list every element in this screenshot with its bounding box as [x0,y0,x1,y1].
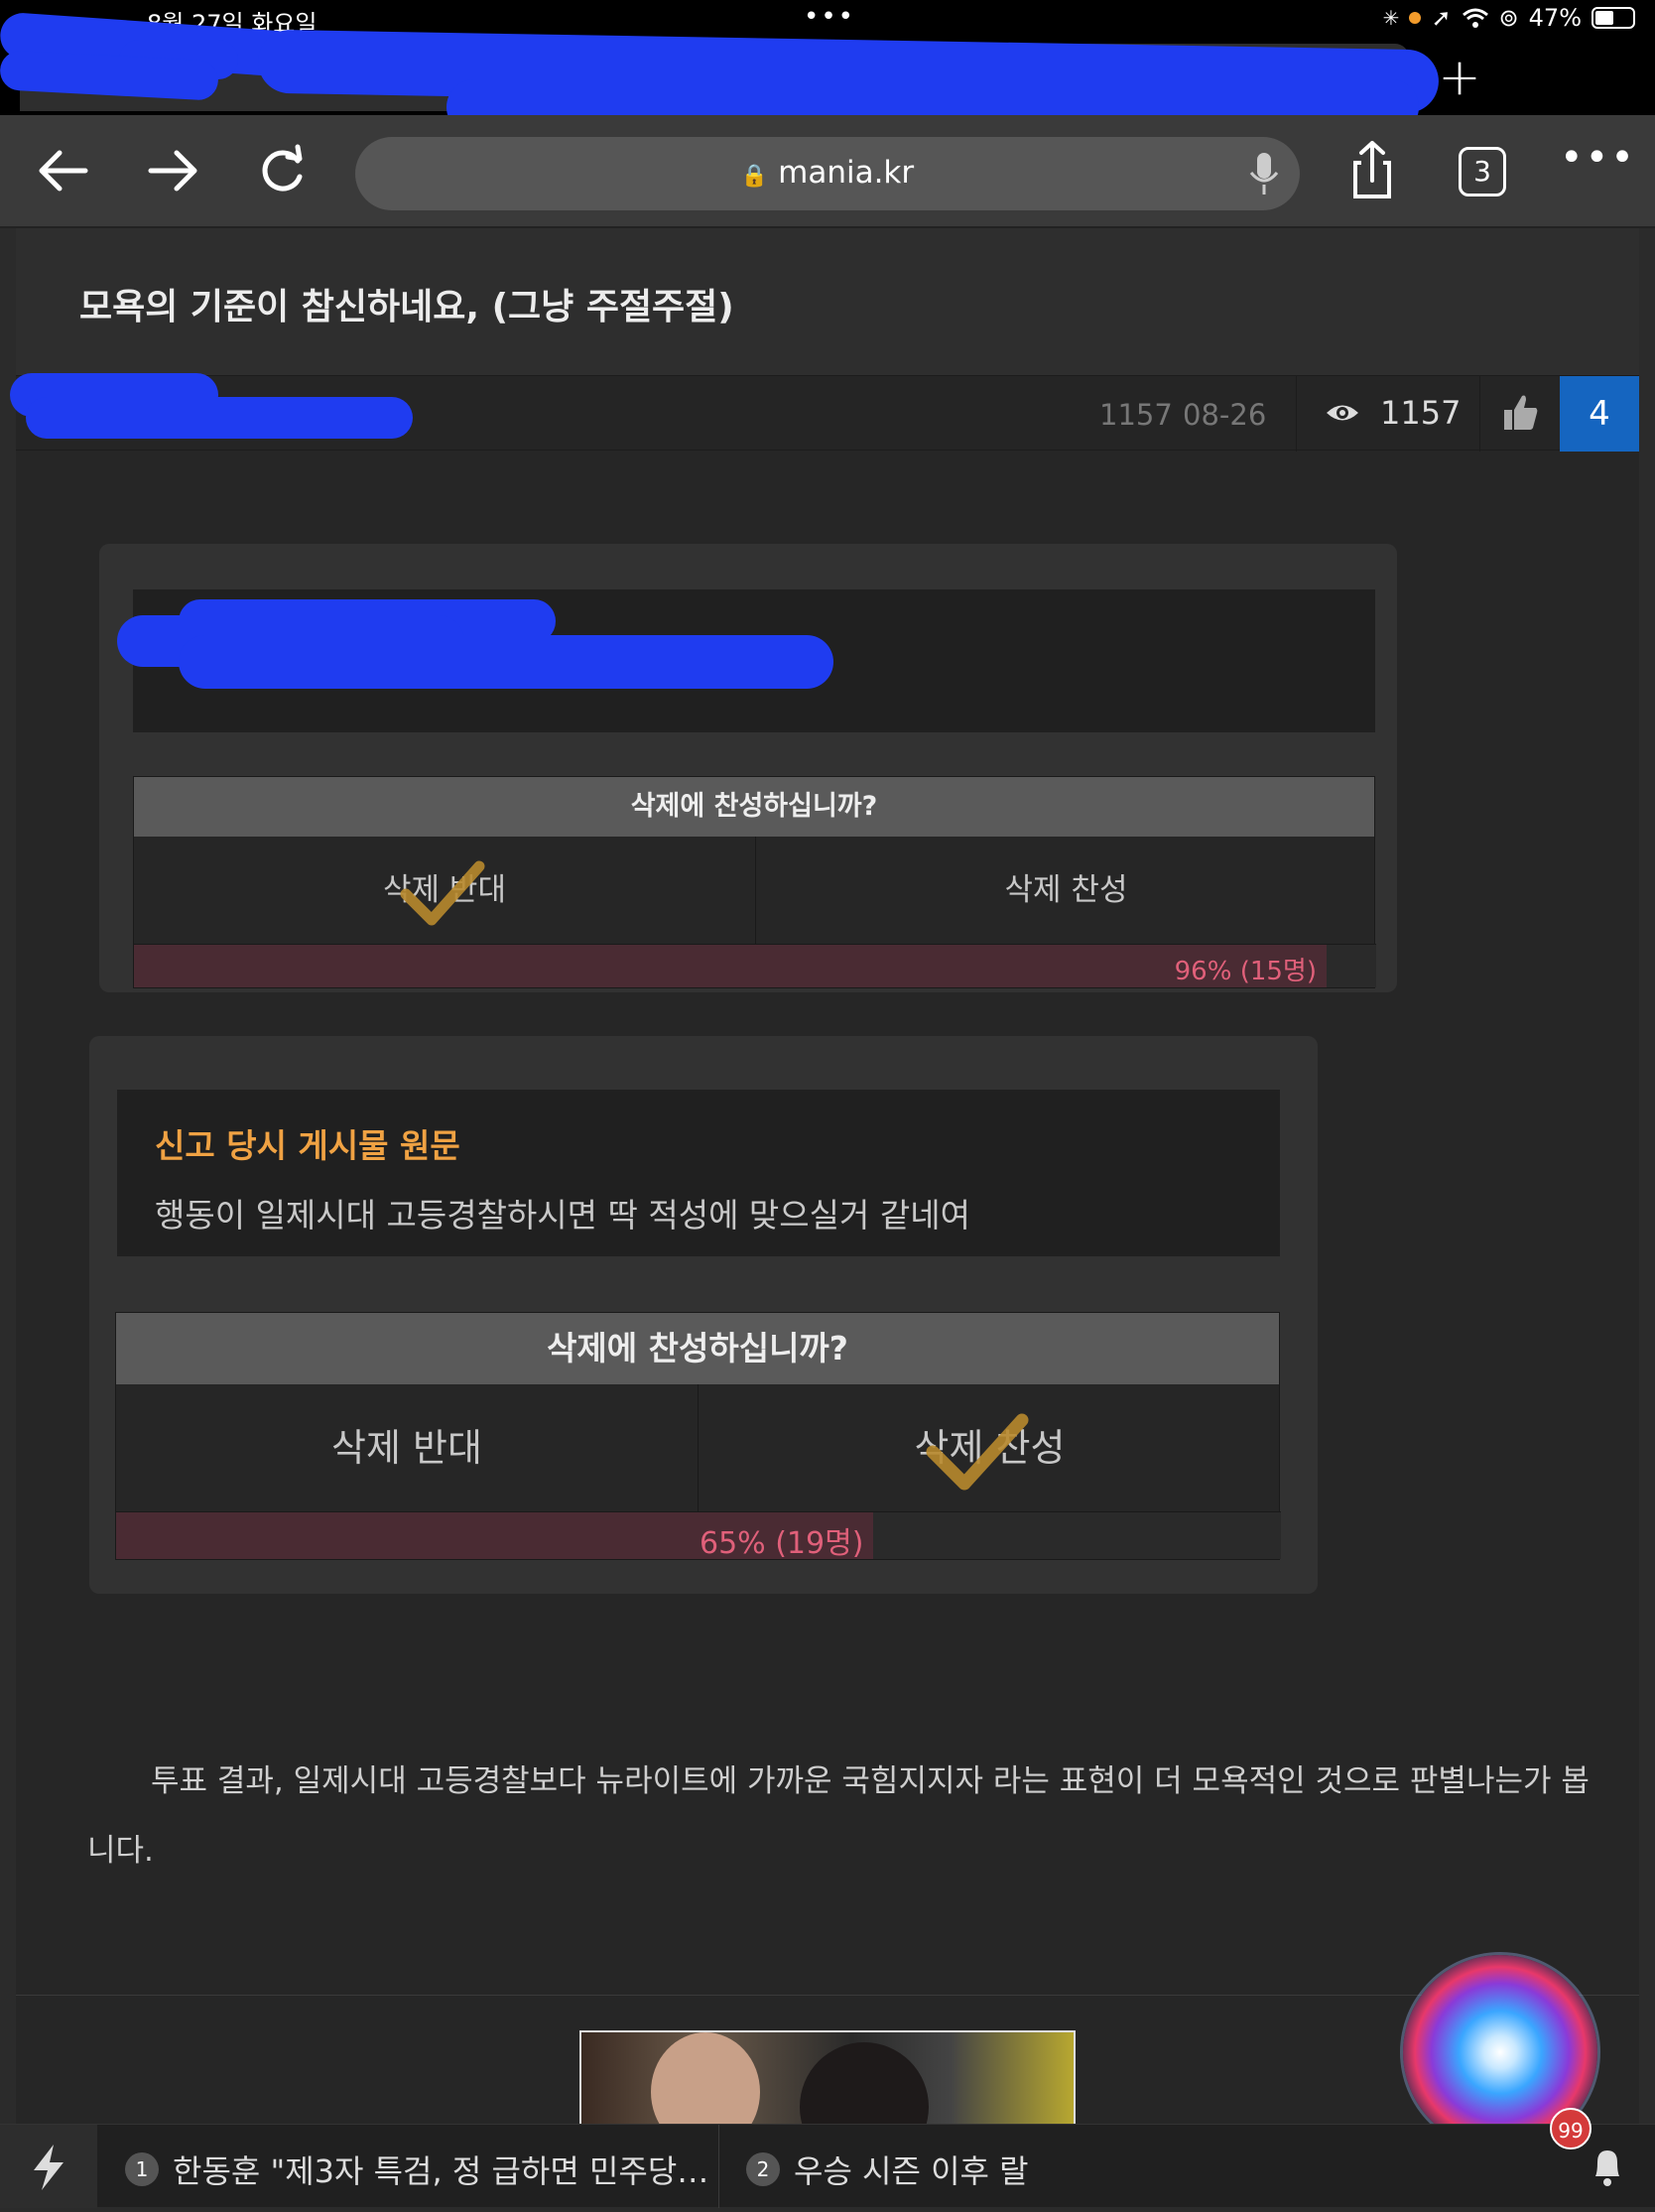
quote-heading: 신고 당시 게시물 원문 [155,1126,460,1165]
url-text: 🔒 mania.kr [355,155,1300,191]
vote-result-bar: 96% (15명) [134,944,1376,987]
vote-question: 삭제에 찬성하십니까? [116,1313,1279,1384]
post-number: 1157 [1099,398,1173,432]
vote-result-bar: 65% (19명) [116,1511,1281,1561]
forward-arrow-icon [148,150,197,192]
mic-indicator-icon [1409,12,1422,24]
check-mark-icon [400,860,485,926]
article-thumbnail[interactable] [579,2030,1076,2124]
vote-question: 삭제에 찬성하십니까? [134,777,1374,837]
views-count: 1157 [1380,394,1462,432]
tab-count-button[interactable]: 3 [1459,147,1506,196]
rotation-lock-icon: ⊚ [1498,4,1519,32]
news-ticker: 1 한동훈 "제3자 특검, 정 급하면 민주당… 2 우승 시즌 이후 랄 [0,2124,1655,2208]
vote-result-label: 65% (19명) [700,1526,864,1561]
redaction-scribble [179,635,833,689]
vote-for-label: 삭제 찬성 [1004,872,1128,908]
new-tab-button[interactable]: + [1435,48,1484,107]
lightning-icon [34,2145,64,2190]
vote-panel-1: 삭제에 찬성하십니까? 삭제 반대 삭제 찬성 96% (15명) [99,544,1397,992]
redaction-scribble [26,397,413,439]
ticker-separator [718,2125,719,2208]
ticker-bolt-cell [0,2125,97,2208]
back-button[interactable] [30,139,99,202]
vote-result-label: 96% (15명) [1174,957,1317,986]
vote-against-label: 삭제 반대 [331,1426,482,1470]
vote-against-button[interactable]: 삭제 반대 [116,1384,698,1511]
more-icon[interactable]: ••• [1560,135,1636,181]
thumbnail-face [800,2042,929,2124]
thumbnail-face [651,2032,760,2124]
multitasking-dots[interactable]: ••• [804,2,855,32]
battery-icon [1591,7,1635,29]
microphone-icon[interactable] [1246,151,1282,196]
title-area: 모욕의 기준이 참신하네요, (그냥 주절주절) [16,228,1639,375]
ticker-item-1[interactable]: 1 한동훈 "제3자 특검, 정 급하면 민주당… [125,2147,708,2192]
eye-icon [1327,405,1358,421]
loading-icon: ✳ [1382,6,1400,30]
vote-result-fill [134,945,1327,987]
share-icon [1353,141,1391,198]
share-button[interactable] [1337,139,1407,202]
wifi-icon [1462,8,1488,28]
quote-box-2: 신고 당시 게시물 원문 행동이 일제시대 고등경찰하시면 딱 적성에 맞으실거… [117,1090,1280,1256]
content-divider [16,1995,1639,1996]
vote-table-1: 삭제에 찬성하십니까? 삭제 반대 삭제 찬성 96% (15명) [133,776,1376,988]
reload-icon [262,144,303,192]
ticker-headline: 우승 시즌 이후 랄 [794,2152,1029,2190]
notification-badge: 99 [1550,2108,1591,2149]
page-content: 모욕의 기준이 참신하네요, (그냥 주절주절) 1157 08-26 1157… [10,228,1639,2124]
address-bar[interactable]: 🔒 mania.kr [355,137,1300,210]
ticker-headline: 한동훈 "제3자 특검, 정 급하면 민주당… [173,2152,709,2190]
quote-text: 행동이 일제시대 고등경찰하시면 딱 적성에 맞으실거 같네여 [155,1196,970,1235]
post-date: 08-26 [1183,398,1267,432]
vote-against-button[interactable]: 삭제 반대 [134,837,755,944]
url: mania.kr [778,155,915,191]
lock-icon: 🔒 [740,164,769,189]
vote-for-button[interactable]: 삭제 찬성 [756,837,1376,944]
summary-text: 투표 결과, 일제시대 고등경찰보다 뉴라이트에 가까운 국힘지지자 라는 표현… [87,1763,1590,1869]
check-mark-icon [926,1413,1029,1491]
like-count: 4 [1560,376,1639,452]
bell-icon[interactable] [1588,2145,1627,2188]
location-icon: ➚ [1431,4,1452,32]
reload-button[interactable] [248,139,318,202]
battery-percent: 47% [1528,4,1582,32]
status-icons: ✳ ➚ ⊚ 47% [1383,4,1635,32]
vote-panel-2: 신고 당시 게시물 원문 행동이 일제시대 고등경찰하시면 딱 적성에 맞으실거… [89,1036,1318,1594]
post-title: 모욕의 기준이 참신하네요, (그냥 주절주절) [79,287,734,327]
ticker-item-2[interactable]: 2 우승 시즌 이후 랄 [746,2147,1029,2192]
ticker-number: 2 [746,2152,780,2186]
forward-button[interactable] [139,139,208,202]
thumbs-up-icon [1504,395,1538,430]
like-button[interactable] [1480,376,1560,452]
vote-table-2: 삭제에 찬성하십니까? 삭제 반대 삭제 찬성 65% (19명) [115,1312,1281,1561]
browser-toolbar: 🔒 mania.kr 3 ••• [0,115,1655,228]
ticker-number: 1 [125,2152,159,2186]
vote-for-button[interactable]: 삭제 찬성 [699,1384,1281,1511]
views-cell: 1157 [1296,376,1480,452]
back-arrow-icon [39,150,88,192]
